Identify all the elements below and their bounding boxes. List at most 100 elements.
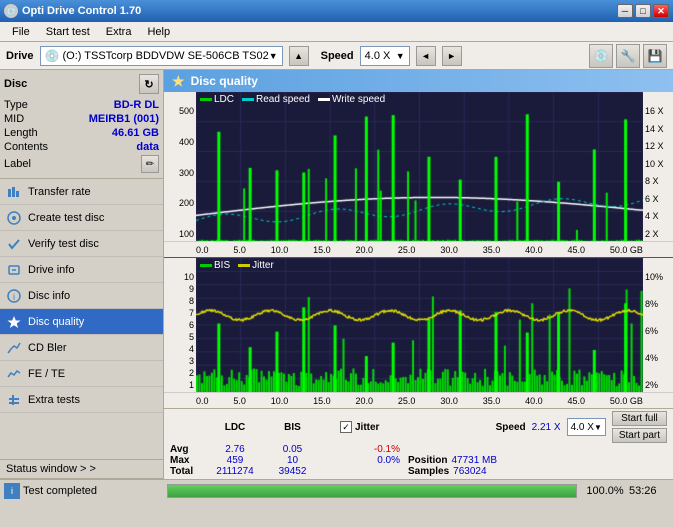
stats-total-row: Total 2111274 39452 Samples 763024 (170, 466, 667, 477)
right-content: ★ Disc quality 500 400 300 200 100 (164, 70, 673, 479)
extra-tests-icon (6, 392, 22, 408)
menu-file[interactable]: File (4, 24, 38, 40)
stats-header-row: LDC BIS ✓ Jitter Speed 2.21 X 4.0 X ▼ St… (170, 411, 667, 443)
samples-value: 763024 (453, 466, 486, 477)
avg-jitter: -0.1% (340, 444, 400, 455)
nav-fe-te-label: FE / TE (28, 368, 65, 380)
total-ldc: 2111274 (205, 466, 265, 477)
disc-type-val: BD-R DL (114, 99, 159, 111)
drive-info-icon (6, 262, 22, 278)
read-speed-legend: Read speed (242, 94, 310, 105)
drive-select-value: (O:) TSSTcorp BDDVDW SE-506CB TS02 (62, 50, 268, 62)
close-button[interactable]: ✕ (653, 4, 669, 18)
status-window-button[interactable]: Status window > > (0, 459, 163, 479)
top-chart-y-right: 16 X 14 X 12 X 10 X 8 X 6 X 4 X 2 X (643, 92, 673, 241)
nav-drive-info[interactable]: Drive info (0, 257, 163, 283)
toolbar-icons: 💿 🔧 💾 (589, 44, 667, 68)
fe-te-icon (6, 366, 22, 382)
disc-contents-val: data (136, 141, 159, 153)
disc-length-row: Length 46.61 GB (4, 126, 159, 140)
nav-create-test-disc-label: Create test disc (28, 212, 104, 224)
position-value: 47731 MB (451, 455, 497, 466)
nav-disc-quality[interactable]: Disc quality (0, 309, 163, 335)
menu-help[interactable]: Help (139, 24, 178, 40)
title-bar: 💿 Opti Drive Control 1.70 ─ □ ✕ (0, 0, 673, 22)
minimize-button[interactable]: ─ (617, 4, 633, 18)
nav-create-test-disc[interactable]: Create test disc (0, 205, 163, 231)
nav-extra-tests[interactable]: Extra tests (0, 387, 163, 413)
speed-left-button[interactable]: ◄ (416, 46, 436, 66)
bottom-chart-y-left: 10 9 8 7 6 5 4 3 2 1 (164, 258, 196, 392)
nav-cd-bler-label: CD Bler (28, 342, 67, 354)
drive-select[interactable]: 💿 (O:) TSSTcorp BDDVDW SE-506CB TS02 ▼ (40, 46, 283, 66)
bottom-chart-x-axis: 0.0 5.0 10.0 15.0 20.0 25.0 30.0 35.0 40… (164, 392, 673, 408)
ldc-legend-color (200, 98, 212, 101)
bottom-chart-canvas (196, 258, 643, 392)
menu-start-test[interactable]: Start test (38, 24, 98, 40)
start-part-button[interactable]: Start part (612, 428, 667, 443)
test-completed-label: Test completed (23, 485, 97, 497)
disc-label-edit-button[interactable]: ✏ (141, 155, 159, 173)
max-jitter: 0.0% (340, 455, 400, 466)
top-chart-y-left: 500 400 300 200 100 (164, 92, 196, 241)
progress-percent: 100.0% (585, 485, 625, 497)
disc-info-icon: i (6, 288, 22, 304)
bottom-chart-container: 10 9 8 7 6 5 4 3 2 1 (164, 258, 673, 408)
bis-col-header: BIS (265, 422, 320, 433)
write-speed-legend: Write speed (318, 94, 385, 105)
stats-speed-select[interactable]: 4.0 X ▼ (567, 418, 606, 436)
ldc-legend-label: LDC (214, 94, 234, 105)
menu-extra[interactable]: Extra (98, 24, 140, 40)
save-icon-button[interactable]: 💾 (643, 44, 667, 68)
nav-transfer-rate[interactable]: Transfer rate (0, 179, 163, 205)
nav-items: Transfer rate Create test disc Verify te… (0, 179, 163, 459)
drive-eject-button[interactable]: ▲ (289, 46, 309, 66)
jitter-legend-color (238, 264, 250, 267)
bis-legend: BIS (200, 260, 230, 271)
nav-drive-info-label: Drive info (28, 264, 74, 276)
avg-label: Avg (170, 444, 205, 455)
svg-text:i: i (13, 292, 15, 302)
speed-right-button[interactable]: ► (442, 46, 462, 66)
app-title: Opti Drive Control 1.70 (22, 5, 141, 17)
speed-value-display: 2.21 X (532, 422, 561, 433)
nav-disc-info[interactable]: i Disc info (0, 283, 163, 309)
bis-legend-label: BIS (214, 260, 230, 271)
write-speed-legend-color (318, 98, 330, 101)
disc-refresh-button[interactable]: ↻ (139, 74, 159, 94)
max-bis: 10 (265, 455, 320, 466)
charts-area: 500 400 300 200 100 LDC (164, 92, 673, 408)
maximize-button[interactable]: □ (635, 4, 651, 18)
disc-label-key: Label (4, 158, 31, 170)
title-bar-left: 💿 Opti Drive Control 1.70 (4, 4, 141, 18)
jitter-label: Jitter (355, 422, 379, 433)
nav-disc-quality-label: Disc quality (28, 316, 84, 328)
stats-avg-row: Avg 2.76 0.05 -0.1% (170, 444, 667, 455)
bottom-chart-main: BIS Jitter (196, 258, 643, 392)
speed-select[interactable]: 4.0 X ▼ (360, 46, 410, 66)
jitter-checkbox[interactable]: ✓ (340, 421, 352, 433)
disc-type-row: Type BD-R DL (4, 98, 159, 112)
transfer-rate-icon (6, 184, 22, 200)
start-full-button[interactable]: Start full (612, 411, 667, 426)
disc-icon-button[interactable]: 💿 (589, 44, 613, 68)
jitter-legend-label: Jitter (252, 260, 274, 271)
ldc-col-header: LDC (205, 422, 265, 433)
chart-title-bar: ★ Disc quality (164, 70, 673, 92)
disc-length-val: 46.61 GB (112, 127, 159, 139)
top-chart-container: 500 400 300 200 100 LDC (164, 92, 673, 258)
nav-cd-bler[interactable]: CD Bler (0, 335, 163, 361)
chart-title-icon: ★ (172, 73, 185, 90)
verify-test-disc-icon (6, 236, 22, 252)
ldc-legend: LDC (200, 94, 234, 105)
nav-transfer-rate-label: Transfer rate (28, 186, 91, 198)
max-ldc: 459 (205, 455, 265, 466)
bottom-chart-y-right: 10% 8% 6% 4% 2% (643, 258, 673, 392)
disc-section: Disc ↻ Type BD-R DL MID MEIRB1 (001) Len… (0, 70, 163, 179)
nav-verify-test-disc[interactable]: Verify test disc (0, 231, 163, 257)
disc-header: Disc ↻ (4, 74, 159, 94)
nav-fe-te[interactable]: FE / TE (0, 361, 163, 387)
disc-mid-row: MID MEIRB1 (001) (4, 112, 159, 126)
elapsed-time: 53:26 (629, 485, 669, 497)
info-icon-button[interactable]: 🔧 (616, 44, 640, 68)
